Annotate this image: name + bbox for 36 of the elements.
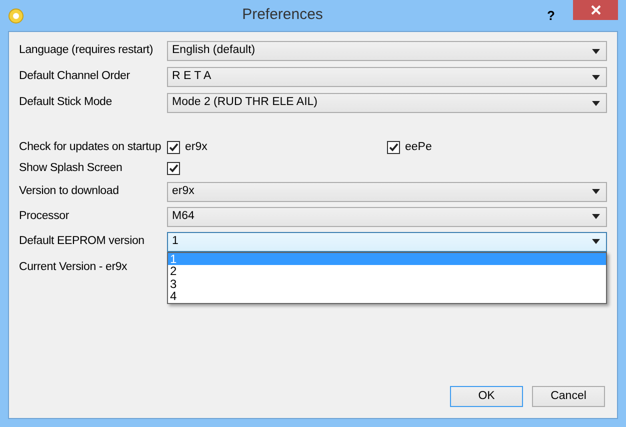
field-label: Current Version - er9x bbox=[19, 260, 128, 276]
checkbox[interactable] bbox=[167, 162, 180, 175]
dropdown-option[interactable]: 4 bbox=[168, 290, 606, 302]
dropdown[interactable]: English (default) bbox=[167, 41, 607, 61]
close-button[interactable] bbox=[573, 0, 618, 20]
dropdown[interactable]: er9x bbox=[167, 182, 607, 202]
field-label: Show Splash Screen bbox=[19, 160, 124, 176]
dropdown[interactable]: Mode 2 (RUD THR ELE AIL) bbox=[167, 93, 607, 113]
dropdown[interactable]: R E T A bbox=[167, 67, 607, 87]
checkbox-label: eePe bbox=[405, 140, 432, 155]
window-title: Preferences bbox=[241, 5, 324, 26]
field-label: Version to download bbox=[19, 184, 120, 199]
caret-icon bbox=[592, 189, 600, 194]
caret-icon bbox=[592, 100, 600, 106]
dialog-button[interactable]: OK bbox=[450, 386, 523, 407]
field-label: Default Channel Order bbox=[19, 69, 131, 84]
dropdown[interactable]: 1 bbox=[167, 232, 607, 252]
caret-icon bbox=[592, 214, 600, 219]
dialog-button[interactable]: Cancel bbox=[532, 386, 605, 407]
help-button[interactable]: ? bbox=[541, 6, 561, 26]
field-label: Language (requires restart) bbox=[19, 43, 154, 58]
app-icon bbox=[8, 8, 24, 24]
close-icon bbox=[590, 5, 600, 15]
field-label: Default Stick Mode bbox=[19, 95, 113, 110]
caret-icon bbox=[592, 74, 600, 80]
dropdown-option[interactable]: 2 bbox=[168, 265, 606, 278]
dropdown[interactable]: M64 bbox=[167, 206, 607, 226]
caret-icon bbox=[592, 48, 600, 54]
checkbox[interactable] bbox=[167, 141, 180, 154]
checkbox[interactable] bbox=[387, 141, 400, 154]
checkbox-label: er9x bbox=[185, 140, 208, 155]
field-label: Check for updates on startup bbox=[19, 140, 162, 155]
caret-icon bbox=[592, 239, 600, 244]
dropdown-option[interactable]: 3 bbox=[168, 278, 606, 290]
field-label: Processor bbox=[19, 208, 70, 224]
field-label: Default EEPROM version bbox=[19, 234, 146, 249]
